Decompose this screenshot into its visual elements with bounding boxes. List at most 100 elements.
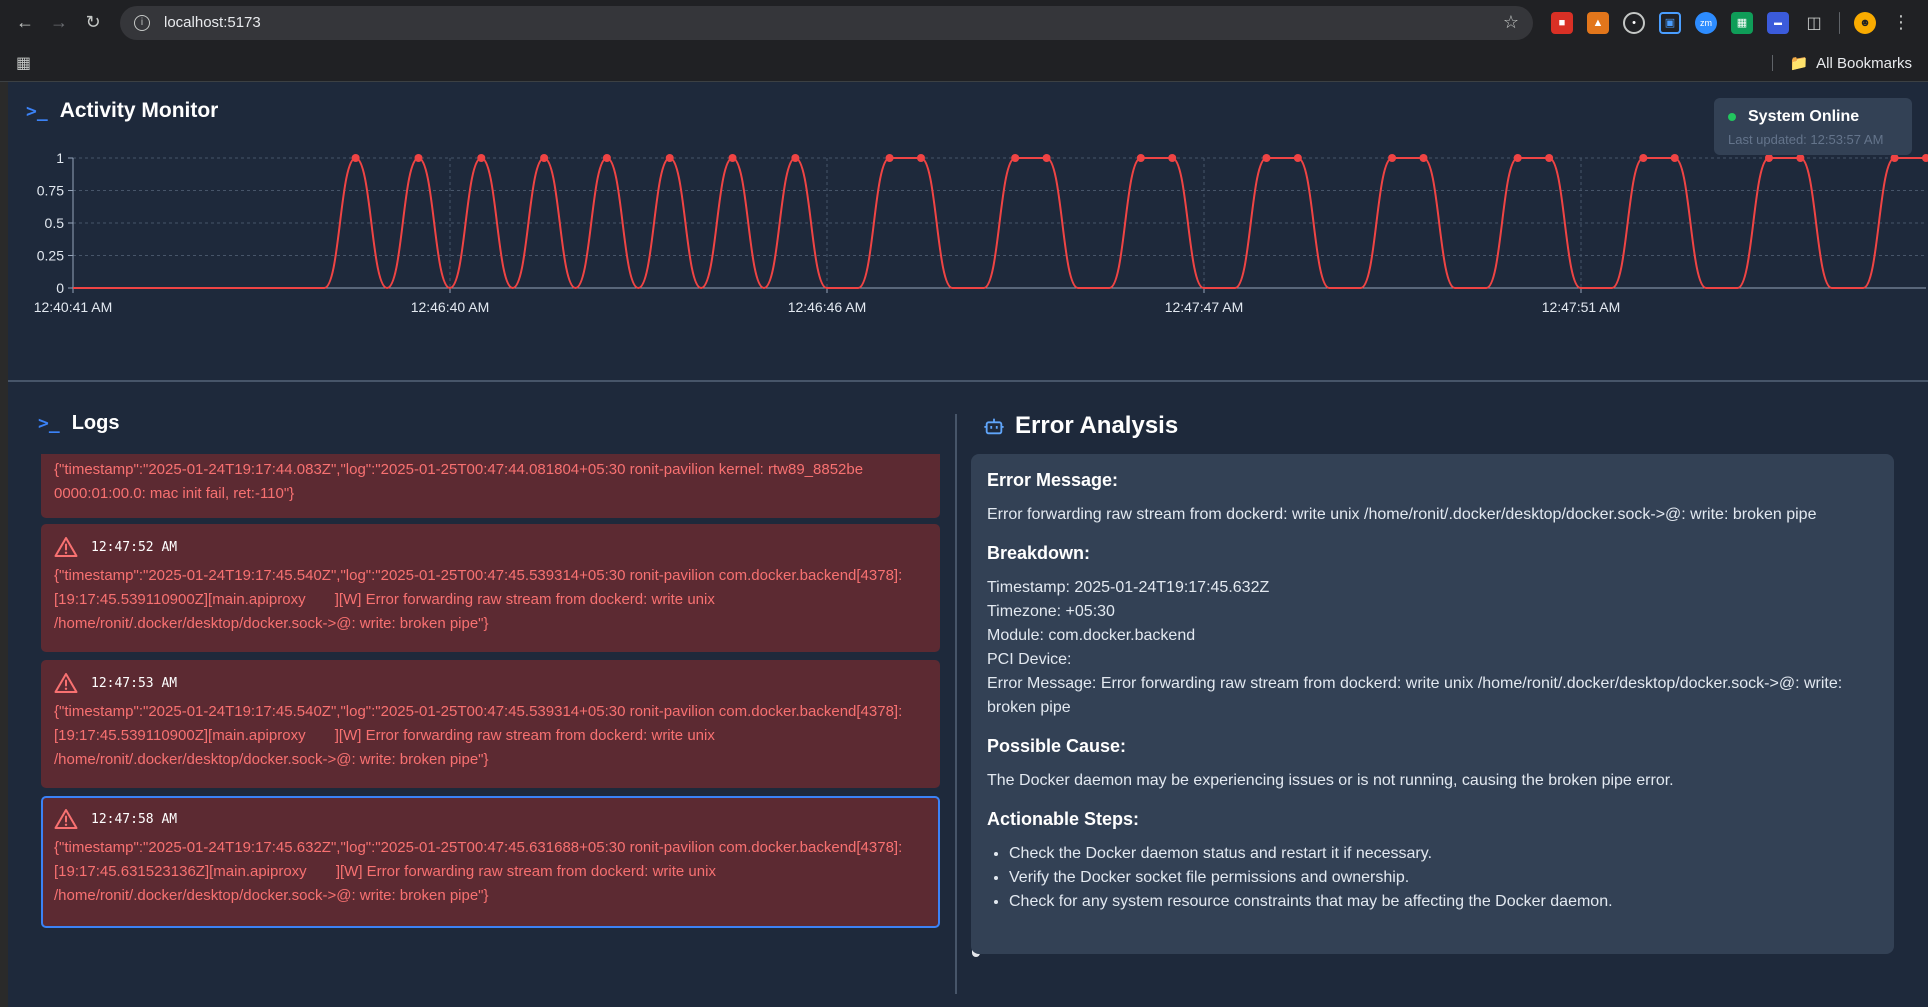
site-info-icon[interactable]: i [134,14,150,31]
extensions-bar: ■ ▲ • ▣ zm ▦ ▬ ◫ ☻ ⋮ [1551,11,1912,34]
url-text[interactable]: localhost:5173 [164,14,1503,31]
target-extension-icon[interactable]: • [1623,11,1645,34]
activity-monitor-section: 0 0.25 0.5 0.75 1 12:40:41 AM 12:46:40 AM 12:46… [8,82,1928,382]
log-entry[interactable]: 12:47:53 AM {"timestamp":"2025-01-24T19:… [41,660,940,788]
data-point [1388,154,1397,162]
data-point [1042,154,1051,162]
log-time: 12:47:53 AM [91,675,178,691]
y-tick-label: 0.75 [37,183,64,199]
folder-icon: 📁 [1789,55,1809,72]
data-point [1922,154,1928,162]
fox-extension-icon[interactable]: ▲ [1587,11,1609,34]
profile-avatar[interactable]: ☻ [1854,11,1876,34]
data-point [1639,154,1648,162]
app-page: 0 0.25 0.5 0.75 1 12:40:41 AM 12:46:40 AM 12:46… [8,82,1928,1007]
page-title-text: Activity Monitor [59,99,219,122]
browser-toolbar: ← → ↻ i localhost:5173 ☆ ■ ▲ • ▣ zm ▦ ▬ … [0,0,1928,45]
log-text: {"timestamp":"2025-01-24T19:17:44.083Z",… [54,461,868,502]
data-point [1011,154,1020,162]
divider-icon [1839,11,1840,34]
data-point [1513,154,1522,162]
step-item: Check for any system resource constraint… [1009,890,1878,914]
log-entry-selected[interactable]: 12:47:58 AM {"timestamp":"2025-01-24T19:… [41,796,940,928]
logs-list[interactable]: {"timestamp":"2025-01-24T19:17:44.083Z",… [38,454,945,954]
zoom-extension-icon[interactable]: zm [1695,11,1717,34]
logs-panel: >_ Logs {"timestamp":"2025-01-24T19:17:4… [38,412,980,1006]
x-tick-label: 12:46:40 AM [411,299,490,315]
last-updated: Last updated: 12:53:57 AM [1728,132,1884,147]
log-time: 12:47:58 AM [91,811,178,827]
breakdown-timestamp: Timestamp: 2025-01-24T19:17:45.632Z [987,579,1270,596]
log-text: {"timestamp":"2025-01-24T19:17:45.632Z",… [54,839,907,904]
y-tick-label: 0.5 [45,215,65,231]
data-point [1293,154,1302,162]
warning-icon [54,809,78,829]
step-item: Check the Docker daemon status and resta… [1009,842,1878,866]
tab-extension-icon[interactable]: ▬ [1767,11,1789,34]
x-tick-label: 12:46:46 AM [788,299,867,315]
log-entry[interactable]: 12:47:52 AM {"timestamp":"2025-01-24T19:… [41,524,940,652]
menu-kebab-icon[interactable]: ⋮ [1890,12,1912,34]
x-tick-label: 12:47:47 AM [1165,299,1244,315]
log-text: {"timestamp":"2025-01-24T19:17:45.540Z",… [54,567,907,632]
breakdown-module: Module: com.docker.backend [987,627,1196,644]
breakdown-message: Error Message: Error forwarding raw stre… [987,675,1843,716]
panel-divider [955,414,957,994]
data-point [414,154,423,162]
online-status-dot [1728,113,1736,121]
data-point [1670,154,1679,162]
activity-chart: 0 0.25 0.5 0.75 1 12:40:41 AM 12:46:40 AM 12:46… [34,150,1928,315]
data-point [885,154,894,162]
page-title: >_ Activity Monitor [26,99,218,123]
data-point [540,154,549,162]
x-tick-label: 12:40:41 AM [34,299,113,315]
back-icon[interactable]: ← [8,6,42,40]
data-point [351,154,360,162]
page-left-scrollbar[interactable] [0,82,8,1007]
warning-icon [54,537,78,557]
data-point [1764,154,1773,162]
forward-icon[interactable]: → [42,6,76,40]
apps-grid-icon[interactable]: ▦ [16,53,31,73]
logs-title: >_ Logs [38,412,963,435]
data-point [728,154,737,162]
steps-heading: Actionable Steps: [987,809,1140,829]
data-point [1262,154,1271,162]
screenshot-extension-icon[interactable]: ▣ [1659,11,1681,34]
terminal-icon: >_ [26,100,48,122]
breakdown-timezone: Timezone: +05:30 [987,603,1115,620]
log-entry[interactable]: {"timestamp":"2025-01-24T19:17:44.083Z",… [41,454,940,518]
y-tick-label: 1 [56,150,64,166]
data-point [791,154,800,162]
data-point [1796,154,1805,162]
warning-icon [54,673,78,693]
analysis-card: Error Message: Error forwarding raw stre… [971,454,1894,954]
data-point [1545,154,1554,162]
breakdown-list: Timestamp: 2025-01-24T19:17:45.632Z Time… [987,576,1878,720]
data-point [1168,154,1177,162]
status-label: System Online [1748,108,1860,125]
data-point [1419,154,1428,162]
breakdown-heading: Breakdown: [987,543,1091,563]
logs-title-text: Logs [71,412,120,434]
cause-text: The Docker daemon may be experiencing is… [987,772,1674,789]
analysis-title-text: Error Analysis [1015,412,1179,439]
data-point [1890,154,1899,162]
error-analysis-panel: Error Analysis Error Message: Error forw… [971,412,1908,954]
puzzle-extensions-icon[interactable]: ◫ [1803,12,1825,34]
breakdown-pci: PCI Device: [987,651,1072,668]
address-bar[interactable]: i localhost:5173 ☆ [120,5,1533,40]
lock-extension-icon[interactable]: ■ [1551,11,1573,34]
all-bookmarks-link[interactable]: All Bookmarks [1816,55,1912,72]
log-text: {"timestamp":"2025-01-24T19:17:45.540Z",… [54,703,907,768]
bookmark-star-icon[interactable]: ☆ [1503,12,1519,33]
error-message-text: Error forwarding raw stream from dockerd… [987,506,1817,523]
reload-icon[interactable]: ↻ [76,6,110,40]
step-item: Verify the Docker socket file permission… [1009,866,1878,890]
terminal-icon: >_ [38,413,60,434]
log-time: 12:47:52 AM [91,539,178,555]
data-point [665,154,674,162]
x-tick-label: 12:47:51 AM [1542,299,1621,315]
sheets-extension-icon[interactable]: ▦ [1731,11,1753,34]
data-point [477,154,486,162]
